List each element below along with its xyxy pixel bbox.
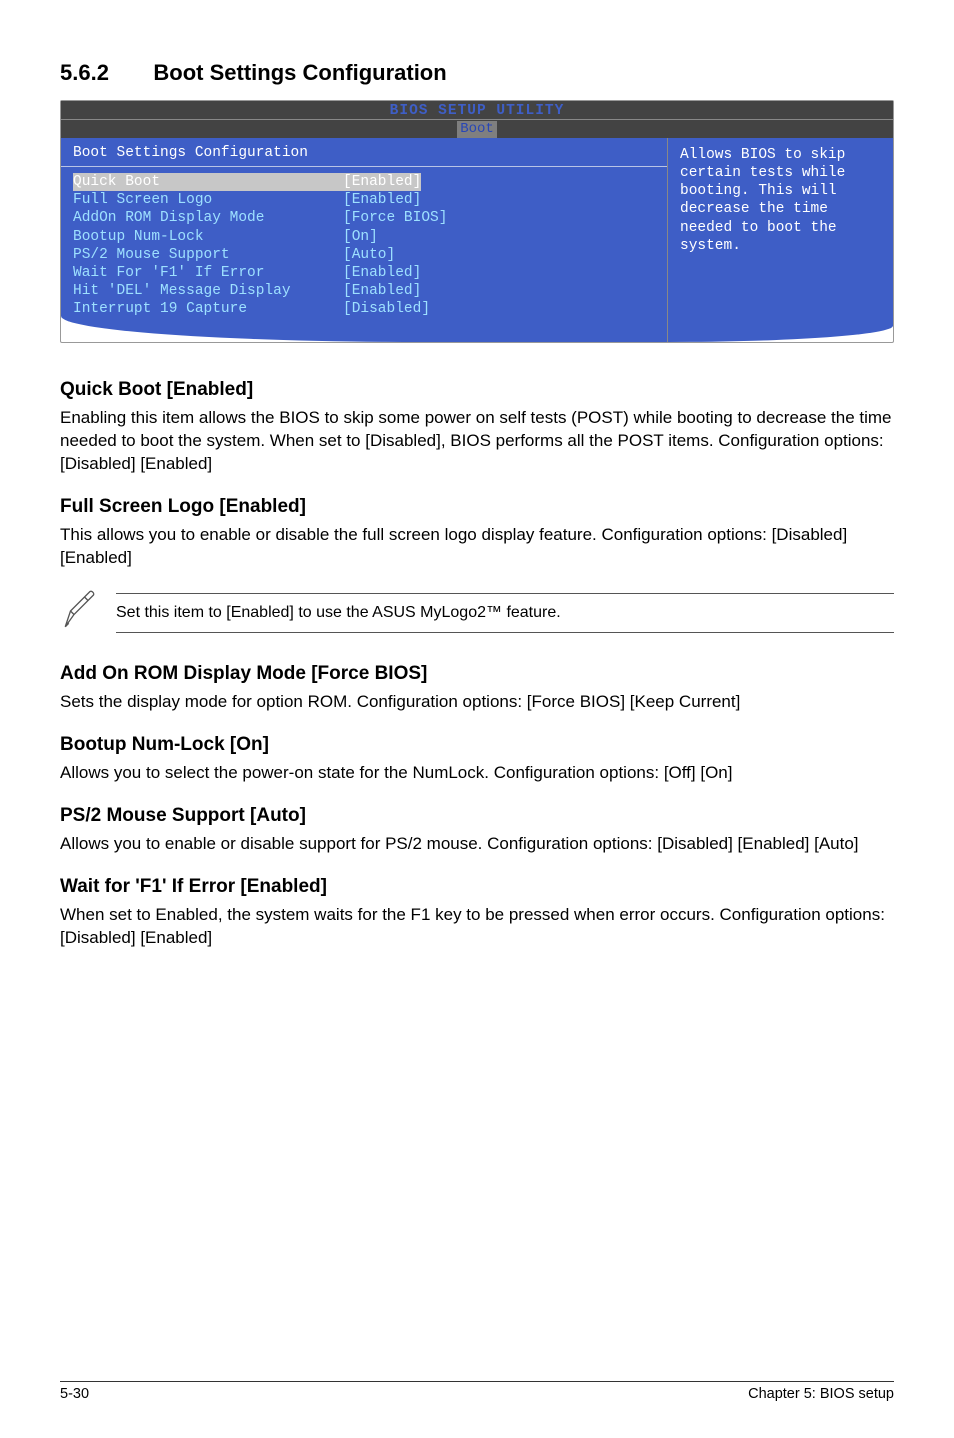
bios-row-value: [Disabled]	[343, 300, 430, 318]
bios-config-title: Boot Settings Configuration	[73, 144, 657, 162]
bios-help-panel: Allows BIOS to skip certain tests while …	[668, 138, 893, 342]
note-text: Set this item to [Enabled] to use the AS…	[116, 593, 894, 633]
bios-row: Bootup Num-Lock[On]	[73, 228, 657, 246]
bios-settings-list: Quick Boot[Enabled] Full Screen Logo[Ena…	[73, 173, 657, 318]
bios-tab-row: Boot	[61, 120, 893, 138]
pencil-icon	[60, 590, 116, 637]
bios-row-label: Interrupt 19 Capture	[73, 300, 343, 318]
text-addon-rom: Sets the display mode for option ROM. Co…	[60, 691, 894, 714]
heading-addon-rom: Add On ROM Display Mode [Force BIOS]	[60, 663, 894, 685]
bios-row-value: [On]	[343, 228, 378, 246]
chapter-label: Chapter 5: BIOS setup	[748, 1386, 894, 1402]
bios-row-value: [Auto]	[343, 246, 395, 264]
bios-row-value: [Enabled]	[343, 282, 421, 300]
section-title: Boot Settings Configuration	[153, 60, 446, 86]
bios-help-text: Allows BIOS to skip certain tests while …	[680, 146, 883, 255]
bios-row-value: [Force BIOS]	[343, 209, 447, 227]
bios-row-label: Full Screen Logo	[73, 191, 343, 209]
bios-row: AddOn ROM Display Mode[Force BIOS]	[73, 209, 657, 227]
bios-row-label: PS/2 Mouse Support	[73, 246, 343, 264]
bios-row: Quick Boot[Enabled]	[73, 173, 657, 191]
bios-screenshot: BIOS SETUP UTILITY Boot Boot Settings Co…	[60, 100, 894, 343]
bios-row: PS/2 Mouse Support[Auto]	[73, 246, 657, 264]
text-wait-f1: When set to Enabled, the system waits fo…	[60, 904, 894, 950]
bios-row: Interrupt 19 Capture[Disabled]	[73, 300, 657, 318]
bios-row-label: Quick Boot	[73, 173, 343, 191]
bios-row: Full Screen Logo[Enabled]	[73, 191, 657, 209]
bios-row-label: AddOn ROM Display Mode	[73, 209, 343, 227]
section-number: 5.6.2	[60, 60, 109, 86]
bios-row-value: [Enabled]	[343, 264, 421, 282]
page-footer: 5-30 Chapter 5: BIOS setup	[60, 1381, 894, 1402]
page-number: 5-30	[60, 1386, 89, 1402]
text-full-screen-logo: This allows you to enable or disable the…	[60, 524, 894, 570]
bios-left-panel: Boot Settings Configuration Quick Boot[E…	[61, 138, 668, 342]
bios-row-label: Bootup Num-Lock	[73, 228, 343, 246]
heading-full-screen-logo: Full Screen Logo [Enabled]	[60, 496, 894, 518]
bios-row-label: Hit 'DEL' Message Display	[73, 282, 343, 300]
bios-row-label: Wait For 'F1' If Error	[73, 264, 343, 282]
heading-bootup-numlock: Bootup Num-Lock [On]	[60, 734, 894, 756]
text-ps2-mouse: Allows you to enable or disable support …	[60, 833, 894, 856]
heading-ps2-mouse: PS/2 Mouse Support [Auto]	[60, 805, 894, 827]
bios-tab-boot: Boot	[457, 121, 497, 139]
heading-wait-f1: Wait for 'F1' If Error [Enabled]	[60, 876, 894, 898]
bios-header: BIOS SETUP UTILITY	[61, 101, 893, 120]
bios-row: Hit 'DEL' Message Display[Enabled]	[73, 282, 657, 300]
bios-row: Wait For 'F1' If Error[Enabled]	[73, 264, 657, 282]
heading-quick-boot: Quick Boot [Enabled]	[60, 379, 894, 401]
note-box: Set this item to [Enabled] to use the AS…	[60, 590, 894, 637]
text-quick-boot: Enabling this item allows the BIOS to sk…	[60, 407, 894, 476]
section-heading: 5.6.2 Boot Settings Configuration	[60, 60, 894, 86]
bios-row-value: [Enabled]	[343, 191, 421, 209]
text-bootup-numlock: Allows you to select the power-on state …	[60, 762, 894, 785]
bios-separator	[61, 166, 667, 167]
bios-row-value: [Enabled]	[343, 173, 421, 191]
